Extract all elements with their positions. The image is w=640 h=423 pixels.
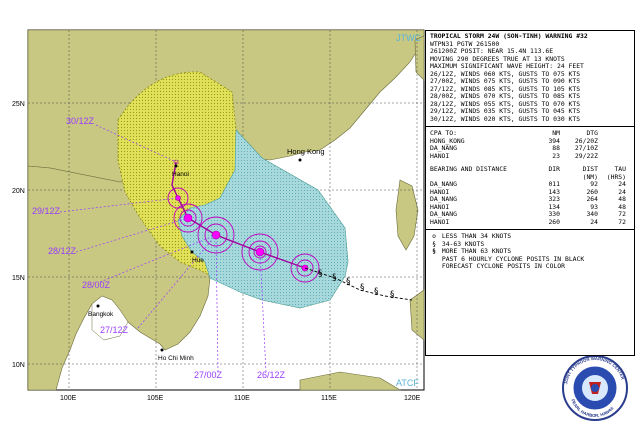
label-29-12z: 29/12Z bbox=[32, 206, 61, 216]
svg-text:§: § bbox=[332, 273, 337, 283]
warning-lines: WTPN31 PGTW 261500 261200Z POSIT: NEAR 15… bbox=[430, 40, 630, 124]
label-28-00z: 28/00Z bbox=[82, 280, 111, 290]
lon-labels: 100E 105E 110E 115E 120E bbox=[60, 395, 421, 402]
cpa-row: HANOI 23 29/22Z bbox=[430, 151, 598, 160]
label-hanoi: Hanoi bbox=[172, 171, 189, 178]
svg-text:25N: 25N bbox=[12, 101, 25, 108]
label-bangkok: Bangkok bbox=[88, 311, 114, 318]
legend: o LESS THAN 34 KNOTS § 34-63 KNOTS § MORE … bbox=[430, 232, 630, 271]
svg-text:115E: 115E bbox=[321, 395, 337, 402]
bearing-table: DA_NANG 011 92 24 HANOI 143 260 24 DA_NANG 323 264… bbox=[430, 180, 630, 226]
divider bbox=[426, 126, 634, 127]
svg-text:§: § bbox=[374, 287, 379, 297]
bearing-row: HANOI 143 260 24 bbox=[430, 187, 626, 196]
warning-panel: TROPICAL STORM 24W (SON-TINH) WARNING #3… bbox=[425, 30, 635, 356]
svg-text:§: § bbox=[346, 277, 351, 287]
legend-item: FORECAST CYCLONE POSITS IN COLOR bbox=[438, 262, 565, 270]
cpa-table: HONG_KONG 394 26/20Z DA_NANG 88 27/10Z HANOI 23… bbox=[430, 136, 630, 161]
svg-text:15N: 15N bbox=[12, 275, 25, 282]
svg-text:§: § bbox=[318, 269, 323, 279]
svg-text:110E: 110E bbox=[234, 395, 250, 402]
bearing-row: DA_NANG 011 92 24 bbox=[430, 180, 626, 188]
label-ho-chi-minh: Ho Chi Minh bbox=[158, 355, 194, 362]
svg-text:105E: 105E bbox=[147, 395, 164, 402]
svg-text:§: § bbox=[360, 283, 365, 293]
cyclone-icon: § bbox=[432, 247, 436, 255]
svg-text:10N: 10N bbox=[12, 362, 25, 369]
bearing-row: HANOI 134 93 48 bbox=[430, 202, 626, 211]
lat-labels: 25N 20N 15N 10N bbox=[12, 101, 25, 369]
divider bbox=[426, 229, 634, 230]
label-30-12z: 30/12Z bbox=[66, 116, 95, 126]
cpa-row: DA_NANG 88 27/10Z bbox=[430, 144, 598, 152]
cpa-row: HONG_KONG 394 26/20Z bbox=[430, 136, 598, 145]
svg-text:120E: 120E bbox=[404, 395, 421, 402]
svg-text:20N: 20N bbox=[12, 188, 25, 195]
label-27-00z: 27/00Z bbox=[194, 370, 223, 380]
label-hue: Hue bbox=[192, 257, 204, 264]
bearing-row: DA_NANG 330 340 72 bbox=[430, 210, 626, 218]
label-28-12z: 28/12Z bbox=[48, 246, 77, 256]
label-27-12z: 27/12Z bbox=[100, 325, 129, 335]
jtwc-seal: JOINT TYPHOON WARNING CENTER PEARL HARBO… bbox=[562, 355, 628, 421]
bearing-row: DA_NANG 323 264 48 bbox=[430, 195, 626, 203]
jtwc-tag: JTWC bbox=[396, 33, 421, 43]
svg-text:§: § bbox=[390, 290, 395, 300]
label-hong-kong: Hong Kong bbox=[287, 147, 325, 156]
bearing-subheader: (NM) (HRS) bbox=[582, 172, 626, 181]
warning-line: 30/12Z, WINDS 020 KTS, GUSTS TO 030 KTS bbox=[430, 114, 581, 123]
label-26-12z: 26/12Z bbox=[257, 370, 286, 380]
atcf-tag: ATCF bbox=[396, 378, 419, 388]
bearing-row: HANOI 260 24 72 bbox=[430, 217, 626, 226]
bearing-header: BEARING AND DISTANCE DIR DIST TAU bbox=[430, 165, 626, 173]
svg-text:100E: 100E bbox=[60, 395, 77, 402]
